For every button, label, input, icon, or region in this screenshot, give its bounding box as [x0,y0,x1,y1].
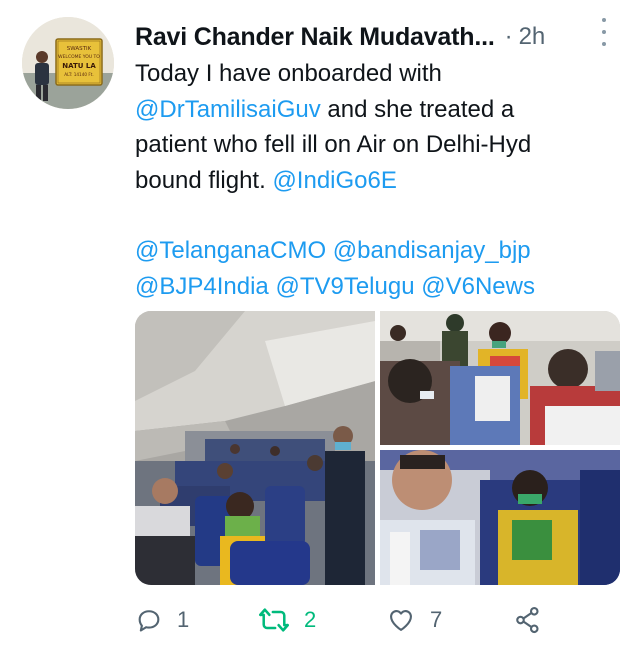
avatar[interactable]: SWASTIK WELCOME YOU TO NATU LA ALT: 1414… [22,17,114,109]
tweet-actions: 1 2 7 [135,600,615,640]
timestamp[interactable]: 2h [519,23,546,51]
text-segment: and she treated a [320,95,515,123]
tweet-header: Ravi Chander Naik Mudavath... · 2h [135,20,615,54]
retweet-count: 2 [304,607,317,632]
mention-link[interactable]: @IndiGo6E [272,167,396,194]
avatar-image: SWASTIK WELCOME YOU TO NATU LA ALT: 1414… [22,17,114,109]
tweet-paragraph: Today I have onboarded with @DrTamilisai… [135,56,615,198]
like-count: 7 [430,607,443,632]
reply-icon [138,610,160,632]
separator-dot: · [504,23,513,50]
sign-text: WELCOME YOU TO [58,54,100,60]
reply-count: 1 [177,607,190,632]
author-name[interactable]: Ravi Chander Naik Mudavath... [135,23,495,52]
tweet-text: Today I have onboarded with @DrTamilisai… [135,56,615,304]
text-segment: bound flight. [135,166,273,194]
mention-link[interactable]: @bandisanjay_bjp [333,237,531,264]
seated-passengers-photo[interactable] [380,450,620,585]
text-segment: patient who fell ill on Air on Delhi-Hyd [135,131,532,158]
media-grid [135,311,620,585]
sign-text: NATU LA [62,62,96,70]
retweet-button[interactable]: 2 [258,600,316,640]
mention-link[interactable]: @BJP4India [135,273,269,300]
mention-link[interactable]: @V6News [421,273,535,300]
mention-link[interactable]: @TelanganaCMO [135,237,326,264]
mention-link[interactable]: @DrTamilisaiGuv [135,96,321,123]
tweet-paragraph: @TelanganaCMO @bandisanjay_bjp @BJP4Indi… [135,233,615,304]
share-icon [516,606,539,634]
mention-link[interactable]: @TV9Telugu [275,273,414,300]
reply-button[interactable]: 1 [135,600,189,640]
more-options-icon[interactable] [597,18,611,46]
text-segment: Today I have onboarded with [135,60,442,87]
like-button[interactable]: 7 [386,600,442,640]
passengers-photo[interactable] [380,311,620,445]
aircraft-cabin-photo[interactable] [135,311,375,585]
sign-text: ALT: 14140 Ft. [64,72,94,77]
heart-icon [390,609,412,631]
sign-text: SWASTIK [67,46,92,52]
text-segment [326,237,333,264]
share-button[interactable] [513,600,543,640]
retweet-icon [259,608,289,632]
